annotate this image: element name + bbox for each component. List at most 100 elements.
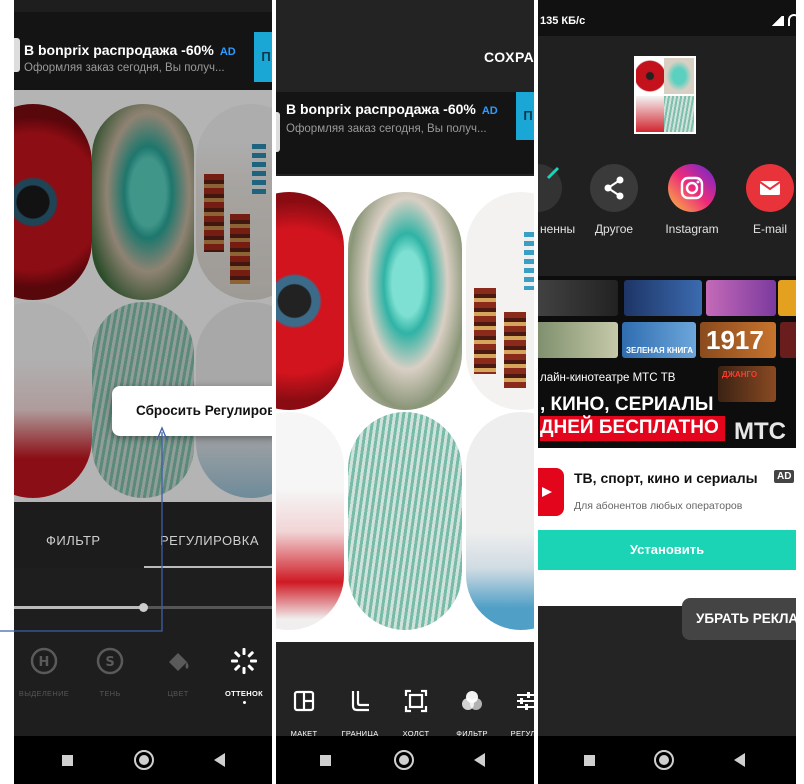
banner-text-line2: , КИНО, СЕРИАЛЫ [540, 394, 714, 415]
necklace-photo[interactable] [348, 412, 462, 630]
ad-banner[interactable]: В bonprix распродажа -60% AD Оформляя зак… [276, 92, 534, 174]
ad-cta-button[interactable]: П [254, 32, 272, 82]
tool-shadow[interactable]: S ТЕНЬ [82, 646, 138, 698]
ad-subtitle: Оформляя заказ сегодня, Вы получ... [24, 62, 225, 74]
svg-text:S: S [105, 655, 114, 670]
home-button[interactable] [394, 750, 414, 770]
share-label: Другое [594, 222, 634, 236]
share-label: E-mail [752, 222, 787, 236]
tool-label: ВЫДЕЛЕНИЕ [18, 689, 70, 698]
install-button[interactable]: Установить [538, 530, 796, 570]
canvas-icon [404, 689, 428, 713]
mail-icon [746, 164, 794, 212]
tool-color[interactable]: ЦВЕТ [150, 646, 206, 698]
slider-thumb[interactable] [139, 603, 148, 612]
save-button[interactable]: СОХРА [484, 49, 534, 65]
earrings-photo-1[interactable] [466, 192, 534, 410]
poppy-brooch-photo[interactable] [276, 192, 344, 410]
tint-icon [231, 648, 257, 674]
recents-button[interactable] [584, 755, 595, 766]
highlight-icon: H [30, 647, 58, 675]
banner-text-line1: лайн-кинотеатре МТС ТВ [540, 372, 676, 384]
blue-necklace-photo[interactable] [466, 412, 534, 630]
bird-brooch-photo[interactable] [348, 192, 462, 410]
share-target-email[interactable]: E-mail [740, 164, 796, 236]
share-target-saved[interactable]: ненны [538, 164, 575, 236]
edit-tabs: ФИЛЬТР РЕГУЛИРОВКА [14, 502, 272, 568]
poster [778, 280, 796, 316]
color-bucket-icon [169, 653, 189, 671]
signal-icon [770, 16, 784, 26]
tool-highlight[interactable]: H ВЫДЕЛЕНИЕ [16, 646, 72, 698]
ad-cta-button[interactable]: П [516, 92, 534, 140]
dim-overlay [14, 90, 272, 502]
recents-button[interactable] [320, 755, 331, 766]
ad-subtitle: Для абонентов любых операторов [574, 500, 743, 512]
instagram-icon [668, 164, 716, 212]
active-dot [242, 701, 246, 704]
check-icon [538, 164, 562, 212]
tab-filter[interactable]: ФИЛЬТР [46, 533, 101, 548]
mts-logo: МТС [734, 418, 786, 445]
system-nav-bar [14, 736, 272, 784]
poster: ЗЕЛЕНАЯ КНИГА [622, 322, 696, 358]
ad-tag: AD [219, 46, 236, 58]
adjust-slider[interactable] [14, 603, 272, 612]
app-install-ad[interactable]: ТВ, спорт, кино и сериалы AD Для абонент… [538, 448, 796, 606]
poster [780, 322, 796, 358]
filter-icon [462, 691, 482, 710]
tool-tint[interactable]: ОТТЕНОК [216, 646, 272, 704]
editor-panel-collage: СОХРА В bonprix распродажа -60% AD Оформл… [276, 0, 534, 784]
ad-title: В bonprix распродажа -60% [24, 42, 214, 58]
ad-title: ТВ, спорт, кино и сериалы [574, 470, 758, 486]
shadow-icon: S [96, 647, 124, 675]
remove-ads-button[interactable]: УБРАТЬ РЕКЛА [682, 598, 796, 640]
ad-tag: AD [774, 470, 795, 483]
tool-layout[interactable]: МАКЕТ [276, 686, 332, 738]
ad-subtitle: Оформляя заказ сегодня, Вы получ... [286, 123, 487, 135]
poster: 1917 [700, 322, 776, 358]
poster-title: ЗЕЛЕНАЯ КНИГА [626, 346, 694, 355]
home-button[interactable] [654, 750, 674, 770]
ad-app-icon [276, 112, 280, 152]
home-button[interactable] [134, 750, 154, 770]
tool-filter[interactable]: ФИЛЬТР [444, 686, 500, 738]
share-screen: 135 КБ/с ненны Другое Instagram E-mail З… [538, 0, 796, 784]
collage-toolbar: МАКЕТ ГРАНИЦА ХОЛСТ ФИЛЬТР РЕГУЛИ [276, 680, 534, 740]
poster [538, 280, 618, 316]
earrings-photo-2[interactable] [276, 412, 344, 630]
system-nav-bar [538, 736, 796, 784]
share-label: Instagram [665, 222, 719, 236]
adjust-icon [517, 692, 534, 710]
collage-thumbnail [634, 56, 696, 134]
banner-text-line3: ДНЕЙ БЕСПЛАТНО [540, 416, 725, 441]
recents-button[interactable] [62, 755, 73, 766]
poster-title: ДЖАНГО [722, 370, 758, 379]
back-button[interactable] [734, 753, 745, 767]
tool-label: ОТТЕНОК [225, 689, 263, 698]
mts-app-icon [538, 468, 564, 516]
tab-adjust[interactable]: РЕГУЛИРОВКА [160, 533, 259, 548]
back-button[interactable] [474, 753, 485, 767]
photo-collage[interactable] [14, 90, 272, 502]
share-icon [590, 164, 638, 212]
photo-collage[interactable] [276, 176, 534, 642]
ad-tag: AD [481, 105, 498, 117]
poster [624, 280, 702, 316]
wifi-icon [788, 14, 796, 26]
share-target-instagram[interactable]: Instagram [662, 164, 722, 236]
tool-canvas[interactable]: ХОЛСТ [388, 686, 444, 738]
poster [706, 280, 776, 316]
poster-title: 1917 [706, 325, 764, 355]
active-tab-indicator [144, 566, 272, 568]
editor-panel-adjust: В bonprix распродажа -60% AD Оформляя зак… [14, 0, 272, 784]
share-target-other[interactable]: Другое [584, 164, 644, 236]
network-speed: 135 КБ/с [540, 15, 586, 27]
poster: ДЖАНГО [718, 366, 776, 402]
tool-border[interactable]: ГРАНИЦА [332, 686, 388, 738]
tool-adjust[interactable]: РЕГУЛИ [498, 686, 534, 738]
reset-adjust-menu-item[interactable]: Сбросить Регулиров [112, 386, 272, 436]
back-button[interactable] [214, 753, 225, 767]
ad-banner[interactable]: В bonprix распродажа -60% AD Оформляя зак… [14, 12, 272, 90]
tool-label: ТЕНЬ [99, 689, 121, 698]
